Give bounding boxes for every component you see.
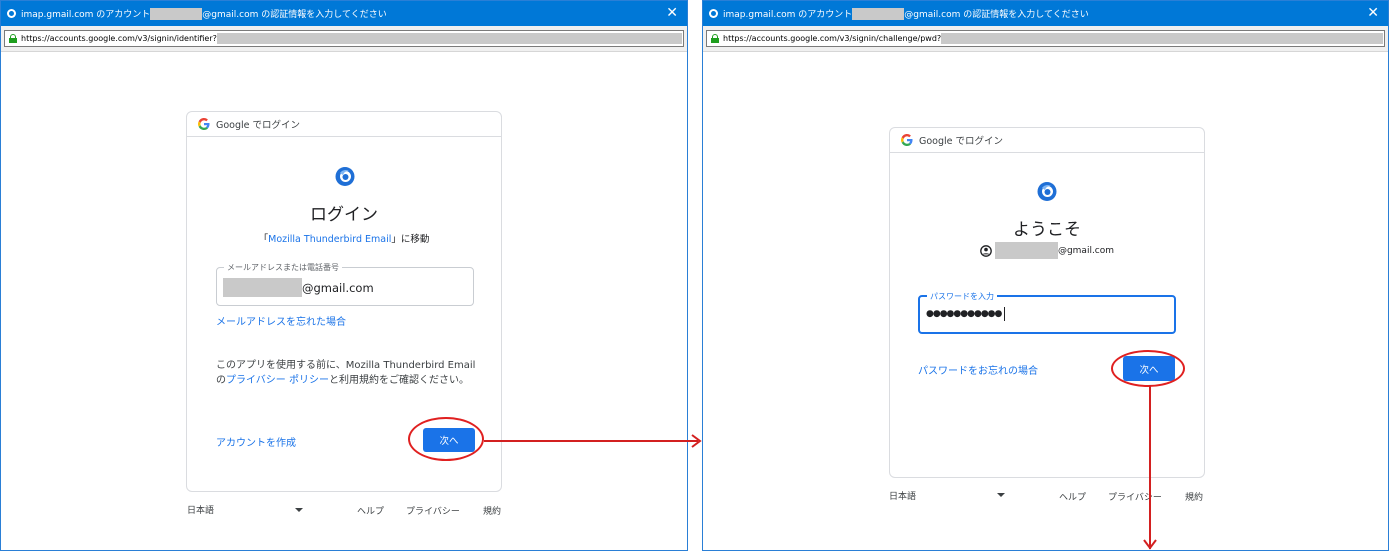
card-header-label: Google でログイン — [216, 120, 301, 131]
window-title-prefix: imap.gmail.com のアカウント — [21, 10, 151, 20]
terms-link[interactable]: 規約 — [483, 504, 501, 517]
signin-card: Google でログイン ログイン 「Mozilla Thunderbird E… — [186, 111, 502, 492]
window-title-prefix: imap.gmail.com のアカウント — [723, 10, 853, 20]
signin-card: Google でログイン ようこそ @gmail.com パスワードを入力 ●●… — [889, 127, 1205, 478]
signin-window-password: imap.gmail.com のアカウント @gmail.com の認証情報を入… — [702, 0, 1389, 551]
chevron-down-icon[interactable] — [997, 493, 1005, 497]
email-field-label: メールアドレスまたは電話番号 — [224, 262, 342, 273]
terms-link[interactable]: 規約 — [1185, 490, 1203, 503]
subtitle-close: 」に移動 — [391, 234, 430, 245]
app-name-link[interactable]: Mozilla Thunderbird Email — [268, 234, 391, 245]
lock-icon — [9, 34, 17, 43]
card-heading: ようこそ — [1013, 220, 1081, 240]
url-text: https://accounts.google.com/v3/signin/id… — [21, 34, 217, 43]
privacy-link[interactable]: プライバシー — [406, 504, 460, 517]
card-header: Google でログイン — [187, 112, 501, 137]
email-suffix: @gmail.com — [302, 280, 374, 295]
card-heading: ログイン — [310, 205, 378, 225]
card-header-label: Google でログイン — [919, 136, 1004, 147]
arrow-down-icon — [1143, 539, 1157, 550]
url-field[interactable]: https://accounts.google.com/v3/signin/ch… — [706, 30, 1385, 47]
privacy-notice: このアプリを使用する前に、Mozilla Thunderbird Email の… — [216, 358, 478, 388]
card-subtitle: 「Mozilla Thunderbird Email」に移動 — [187, 231, 501, 245]
redacted-email-user — [223, 278, 302, 297]
window-title-suffix: @gmail.com の認証情報を入力してください — [904, 10, 1089, 20]
thunderbird-icon — [7, 9, 16, 18]
google-g-icon — [901, 134, 913, 146]
account-chip[interactable]: @gmail.com — [890, 242, 1204, 259]
url-field[interactable]: https://accounts.google.com/v3/signin/id… — [4, 30, 684, 47]
account-circle-icon — [980, 244, 992, 257]
annotation-arrow-line — [1149, 385, 1151, 549]
email-field-value: @gmail.com — [223, 278, 374, 297]
language-select[interactable]: 日本語 — [889, 489, 916, 502]
highlight-circle — [408, 417, 484, 461]
url-text: https://accounts.google.com/v3/signin/ch… — [723, 34, 942, 43]
privacy-policy-link[interactable]: プライバシー ポリシー — [226, 375, 329, 386]
address-bar: https://accounts.google.com/v3/signin/ch… — [703, 26, 1388, 52]
annotation-arrow-line — [484, 440, 698, 442]
address-bar: https://accounts.google.com/v3/signin/id… — [1, 26, 687, 52]
notice-after: と利用規約をご確認ください。 — [328, 375, 469, 386]
email-field[interactable]: メールアドレスまたは電話番号 @gmail.com — [216, 262, 474, 306]
redacted-url-params — [216, 33, 682, 44]
highlight-circle — [1111, 350, 1185, 387]
password-field-label: パスワードを入力 — [927, 291, 997, 302]
card-header: Google でログイン — [890, 128, 1204, 153]
text-cursor — [1004, 307, 1006, 321]
help-link[interactable]: ヘルプ — [1059, 490, 1086, 503]
language-select[interactable]: 日本語 — [187, 503, 214, 516]
lock-icon — [711, 34, 719, 43]
thunderbird-logo-icon — [1037, 182, 1057, 201]
help-link[interactable]: ヘルプ — [357, 504, 384, 517]
forgot-password-link[interactable]: パスワードをお忘れの場合 — [918, 362, 1038, 377]
chevron-down-icon[interactable] — [295, 508, 303, 512]
password-value: ●●●●●●●●●●● — [926, 307, 1006, 321]
thunderbird-icon — [709, 9, 718, 18]
google-g-icon — [198, 118, 210, 130]
redacted-username — [150, 7, 203, 20]
signin-window-email: imap.gmail.com のアカウント @gmail.com の認証情報を入… — [0, 0, 688, 551]
create-account-link[interactable]: アカウントを作成 — [216, 434, 296, 449]
close-icon[interactable]: ✕ — [666, 5, 678, 21]
redacted-url-params — [941, 33, 1383, 44]
password-field[interactable]: パスワードを入力 ●●●●●●●●●●● — [918, 291, 1176, 334]
close-icon[interactable]: ✕ — [1367, 5, 1379, 21]
window-titlebar: imap.gmail.com のアカウント @gmail.com の認証情報を入… — [703, 1, 1388, 26]
redacted-username — [852, 7, 905, 20]
window-titlebar: imap.gmail.com のアカウント @gmail.com の認証情報を入… — [1, 1, 687, 26]
redacted-account-user — [994, 242, 1058, 259]
window-title-suffix: @gmail.com の認証情報を入力してください — [202, 10, 387, 20]
password-dots: ●●●●●●●●●●● — [926, 309, 1002, 319]
subtitle-open: 「 — [258, 234, 269, 245]
privacy-link[interactable]: プライバシー — [1108, 490, 1162, 503]
forgot-email-link[interactable]: メールアドレスを忘れた場合 — [216, 313, 346, 328]
account-suffix: @gmail.com — [1057, 245, 1115, 256]
thunderbird-logo-icon — [335, 167, 355, 186]
